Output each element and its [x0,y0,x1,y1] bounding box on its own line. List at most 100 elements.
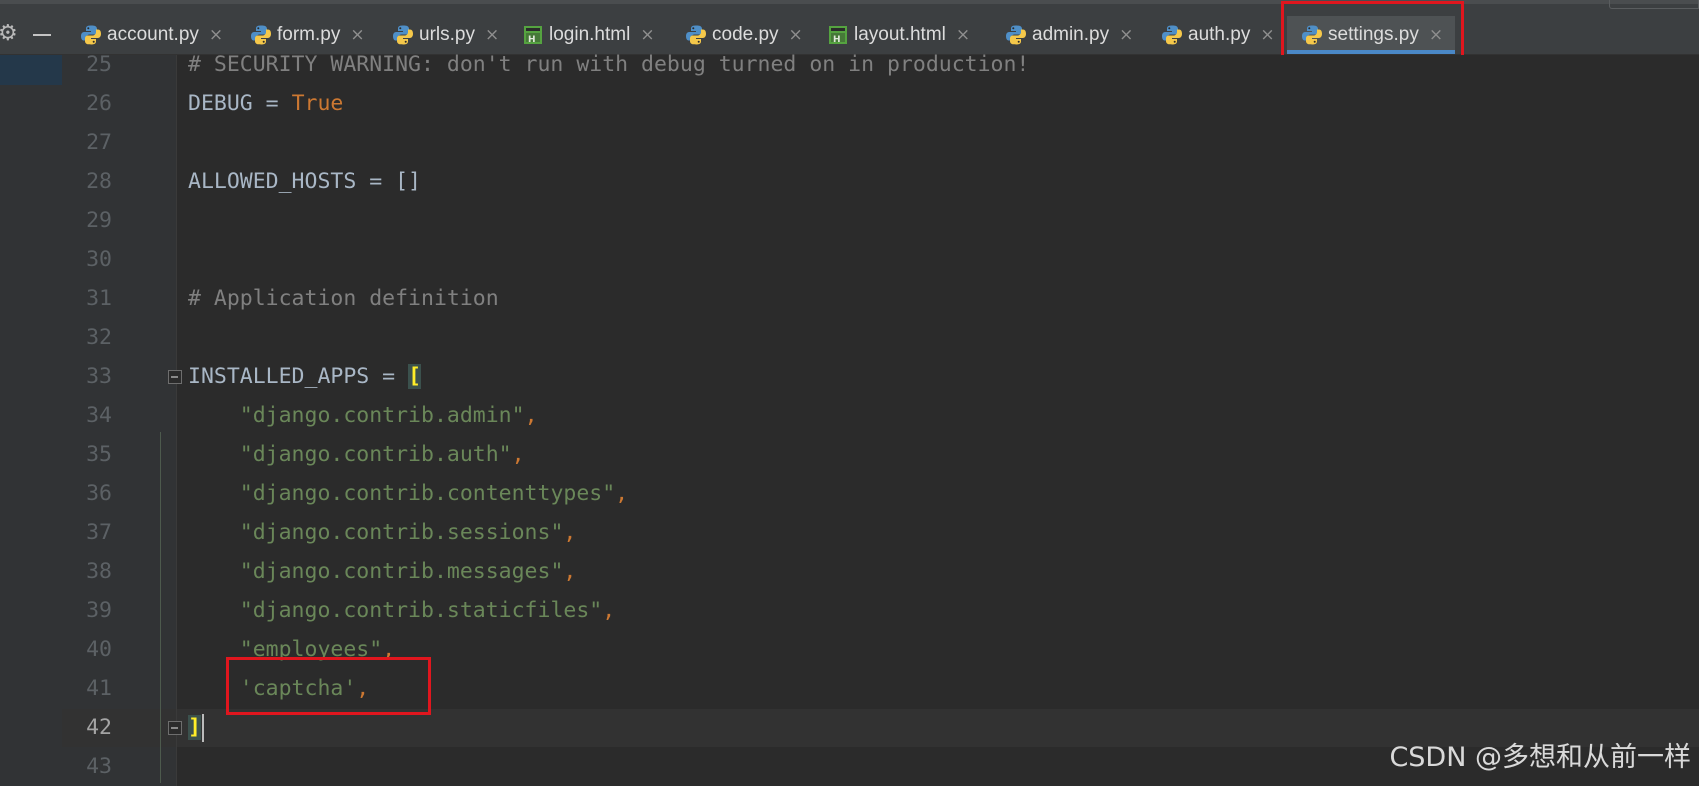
html-file-icon: H [827,24,849,46]
code-line-36[interactable]: 36 "django.contrib.contenttypes", [0,474,1699,513]
matched-bracket: ] [188,715,201,740]
line-number: 31 [86,286,112,311]
tab-label: login.html [549,24,631,45]
code-text: "django.contrib.admin", [188,396,538,435]
text-caret [201,714,204,742]
code-line-37[interactable]: 37 "django.contrib.sessions", [0,513,1699,552]
line-number: 34 [86,403,112,428]
code-line-29[interactable]: 29 [0,201,1699,240]
code-token: "django.contrib.sessions" [239,520,564,545]
code-line-25[interactable]: 25 # SECURITY WARNING: don't run with deb… [0,45,1699,84]
line-number: 40 [86,637,112,662]
line-number: 43 [86,754,112,779]
code-line-33[interactable]: 33 INSTALLED_APPS = [ [0,357,1699,396]
code-line-35[interactable]: 35 "django.contrib.auth", [0,435,1699,474]
code-text: ] [188,708,204,747]
code-token: "django.contrib.admin" [239,403,525,428]
code-token: ALLOWED_HOSTS = [] [188,169,421,194]
window-top-strip [0,0,1699,4]
code-line-26[interactable]: 26 DEBUG = True [0,84,1699,123]
code-text: DEBUG = True [188,84,343,123]
line-number: 26 [86,91,112,116]
python-file-icon [1161,24,1183,46]
code-token: , [356,676,370,701]
watermark: CSDN @多想和从前一样 [1389,742,1691,773]
close-icon[interactable]: × [485,25,499,45]
tab-label: account.py [107,24,199,45]
code-token: 'captcha' [239,676,357,701]
code-text: "django.contrib.auth", [188,435,525,474]
code-text: "django.contrib.contenttypes", [188,474,628,513]
code-text: "django.contrib.sessions", [188,513,577,552]
code-line-27[interactable]: 27 [0,123,1699,162]
line-number: 42 [86,715,112,740]
line-number: 37 [86,520,112,545]
close-icon[interactable]: × [209,25,223,45]
line-number: 29 [86,208,112,233]
code-text: 'captcha', [188,669,369,708]
code-text: "employees", [188,630,395,669]
close-icon[interactable]: × [1429,25,1443,45]
line-number: 33 [86,364,112,389]
line-number: 39 [86,598,112,623]
code-line-32[interactable]: 32 [0,318,1699,357]
code-token: # Application definition [188,286,499,311]
fold-toggle-icon[interactable] [168,721,182,735]
python-file-icon [1005,24,1027,46]
code-line-34[interactable]: 34 "django.contrib.admin", [0,396,1699,435]
gear-icon[interactable]: ⚙ [0,23,18,45]
svg-text:H: H [833,35,841,45]
close-icon[interactable]: × [350,25,364,45]
code-token: # SECURITY WARNING: don't run with debug… [188,52,1030,77]
close-icon[interactable]: × [956,25,970,45]
line-number: 28 [86,169,112,194]
python-file-icon [80,24,102,46]
ide-window: ⚙ account.py × form.py × urls.py × Hlogin.html… [0,0,1699,786]
code-text: "django.contrib.messages", [188,552,577,591]
code-line-28[interactable]: 28 ALLOWED_HOSTS = [] [0,162,1699,201]
code-text: "django.contrib.staticfiles", [188,591,615,630]
code-token: , [382,637,396,662]
code-text: ALLOWED_HOSTS = [] [188,162,421,201]
tab-label: form.py [277,24,341,45]
code-line-41[interactable]: 41 'captcha', [0,669,1699,708]
line-number: 35 [86,442,112,467]
top-right-control[interactable] [1609,0,1699,9]
code-line-40[interactable]: 40 "employees", [0,630,1699,669]
code-line-39[interactable]: 39 "django.contrib.staticfiles", [0,591,1699,630]
close-icon[interactable]: × [1119,25,1133,45]
code-token: "django.contrib.auth" [239,442,512,467]
code-token: "django.contrib.messages" [239,559,564,584]
code-token: , [615,481,629,506]
python-file-icon [250,24,272,46]
code-line-31[interactable]: 31 # Application definition [0,279,1699,318]
code-token: "employees" [239,637,383,662]
matched-bracket: [ [408,364,422,389]
close-icon[interactable]: × [640,25,654,45]
code-token: "django.contrib.contenttypes" [239,481,616,506]
code-text: # Application definition [188,279,499,318]
code-token: , [524,403,538,428]
fold-toggle-icon[interactable] [168,370,182,384]
python-file-icon [392,24,414,46]
code-line-30[interactable]: 30 [0,240,1699,279]
tab-label: admin.py [1032,24,1110,45]
close-icon[interactable]: × [1260,25,1274,45]
tab-label: settings.py [1328,24,1419,45]
line-number: 30 [86,247,112,272]
code-text: INSTALLED_APPS = [ [188,357,422,396]
code-line-38[interactable]: 38 "django.contrib.messages", [0,552,1699,591]
line-number: 36 [86,481,112,506]
line-number: 38 [86,559,112,584]
python-file-icon [685,24,707,46]
tab-label: urls.py [419,24,475,45]
code-token: "django.contrib.staticfiles" [239,598,603,623]
close-icon[interactable]: × [789,25,803,45]
